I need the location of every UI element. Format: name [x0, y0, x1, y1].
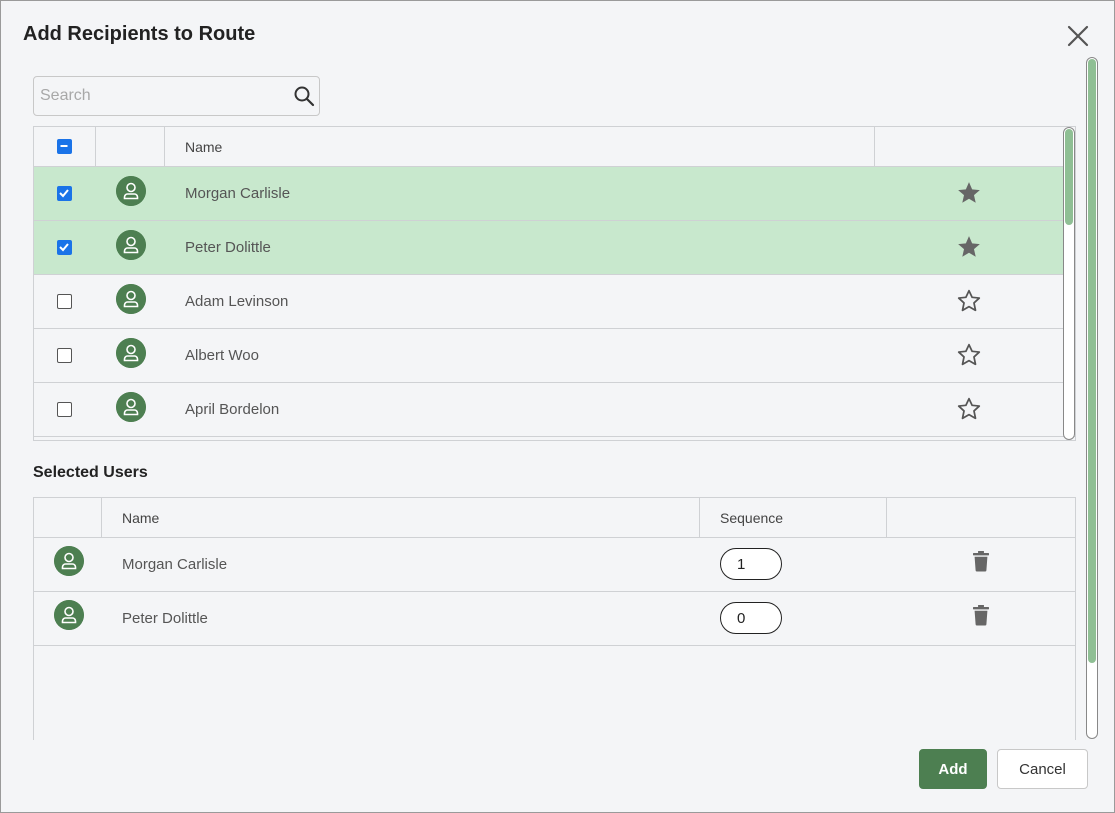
selected-user-row: Peter Dolittle: [34, 592, 1075, 646]
close-icon[interactable]: [1065, 23, 1091, 49]
recipient-name: Peter Dolittle: [185, 239, 271, 256]
sequence-input[interactable]: [720, 602, 782, 634]
header-favorite-cell: [875, 127, 1075, 167]
user-avatar-icon: [116, 284, 146, 314]
row-checkbox[interactable]: [57, 240, 72, 255]
selected-user-row: Morgan Carlisle: [34, 538, 1075, 592]
recipients-table-header: Name: [34, 127, 1075, 167]
recipient-row[interactable]: Peter Dolittle: [34, 221, 1075, 275]
header-avatar-cell: [96, 127, 165, 167]
favorite-star-outline-icon[interactable]: [956, 288, 982, 314]
dialog-scrollbar-thumb[interactable]: [1088, 59, 1096, 663]
user-avatar-icon: [116, 230, 146, 260]
header-name: Name: [165, 127, 875, 167]
row-checkbox[interactable]: [57, 186, 72, 201]
recipient-row[interactable]: Albert Woo: [34, 329, 1075, 383]
recipient-row[interactable]: Morgan Carlisle: [34, 167, 1075, 221]
recipient-name: Albert Woo: [185, 347, 259, 364]
add-button[interactable]: Add: [919, 749, 987, 789]
dialog-scrollbar[interactable]: [1086, 57, 1098, 739]
cancel-button[interactable]: Cancel: [997, 749, 1088, 789]
sequence-input[interactable]: [720, 548, 782, 580]
user-avatar-icon: [54, 546, 84, 576]
row-checkbox[interactable]: [57, 348, 72, 363]
recipients-table: Name Morgan Carlisle Peter Dolittle Adam…: [33, 126, 1076, 441]
user-avatar-icon: [116, 176, 146, 206]
recipients-scrollbar[interactable]: [1063, 127, 1075, 440]
selected-user-name: Morgan Carlisle: [122, 556, 228, 573]
search-box: [33, 76, 320, 116]
user-avatar-icon: [116, 338, 146, 368]
header-name: Name: [102, 498, 700, 538]
recipients-scrollbar-thumb[interactable]: [1065, 129, 1073, 225]
recipient-name: Adam Levinson: [185, 293, 289, 310]
favorite-star-outline-icon[interactable]: [956, 396, 982, 422]
favorite-star-icon[interactable]: [956, 234, 982, 260]
row-checkbox[interactable]: [57, 294, 72, 309]
header-actions-cell: [887, 498, 1075, 538]
trash-icon[interactable]: [972, 550, 990, 572]
selected-users-header: Name Sequence: [34, 498, 1075, 538]
selected-user-name: Peter Dolittle: [122, 610, 208, 627]
recipient-name: Morgan Carlisle: [185, 185, 291, 202]
header-sequence: Sequence: [700, 498, 887, 538]
selected-users-title: Selected Users: [33, 464, 148, 481]
select-all-checkbox[interactable]: [57, 139, 72, 154]
add-recipients-dialog: Add Recipients to Route Name: [0, 0, 1115, 813]
recipient-row[interactable]: April Bordelon: [34, 383, 1075, 437]
search-input[interactable]: [40, 85, 280, 107]
header-avatar-cell: [34, 498, 102, 538]
user-avatar-icon: [54, 600, 84, 630]
dialog-title: Add Recipients to Route: [23, 23, 256, 45]
trash-icon[interactable]: [972, 604, 990, 626]
recipient-row[interactable]: Adam Levinson: [34, 275, 1075, 329]
header-select-cell: [34, 127, 96, 167]
user-avatar-icon: [116, 392, 146, 422]
recipient-name: April Bordelon: [185, 401, 280, 418]
selected-users-table: Name Sequence Morgan Carlisle 1 Peter Do…: [33, 497, 1076, 740]
search-icon[interactable]: [293, 85, 315, 107]
favorite-star-icon[interactable]: [956, 180, 982, 206]
row-checkbox[interactable]: [57, 402, 72, 417]
favorite-star-outline-icon[interactable]: [956, 342, 982, 368]
